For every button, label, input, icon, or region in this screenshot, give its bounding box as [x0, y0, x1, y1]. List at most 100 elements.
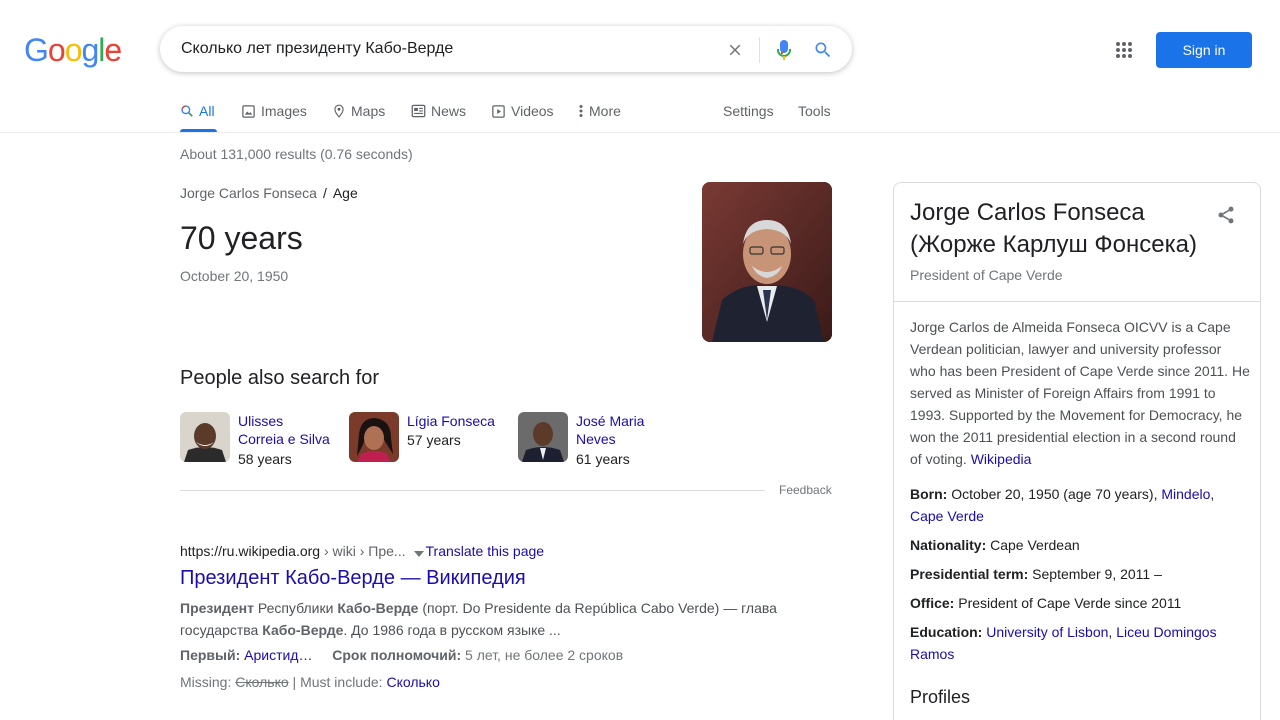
search-divider: [759, 37, 760, 63]
knowledge-panel: Jorge Carlos Fonseca (Жорже Карлуш Фонсе…: [893, 182, 1261, 720]
missing-label: Missing:: [180, 674, 232, 690]
logo-letter: e: [104, 32, 122, 68]
missing-word: Сколько: [235, 674, 289, 690]
fact-link[interactable]: Mindelo: [1161, 486, 1210, 502]
kp-divider: [894, 301, 1260, 302]
attribute-link[interactable]: Аристид…: [244, 647, 312, 663]
missing-terms: Missing: Сколько | Must include: Сколько: [180, 674, 440, 690]
answer-date: October 20, 1950: [180, 268, 289, 284]
apps-grid-icon[interactable]: [1112, 38, 1136, 62]
clear-icon[interactable]: [723, 38, 747, 62]
kp-description-text: Jorge Carlos de Almeida Fonseca OICVV is…: [910, 319, 1250, 467]
person-age: 58 years: [238, 451, 292, 467]
person-age: 57 years: [407, 432, 461, 448]
fact-link[interactable]: Cape Verde: [910, 508, 984, 524]
tab-label: Maps: [351, 103, 386, 119]
attribute-label: Срок полномочий:: [332, 647, 462, 663]
tab-settings[interactable]: Settings: [723, 101, 774, 121]
more-vertical-icon: [578, 104, 584, 118]
map-pin-icon: [332, 103, 346, 119]
must-include-link[interactable]: Сколько: [386, 674, 439, 690]
search-input[interactable]: Сколько лет президенту Кабо-Верде: [181, 40, 453, 58]
fact-value: September 9, 2011 –: [1032, 566, 1162, 582]
tab-label: Images: [261, 103, 307, 119]
answer-attribute: Age: [332, 185, 358, 201]
answer-entity-link[interactable]: Jorge Carlos Fonseca: [180, 185, 317, 201]
video-icon: [491, 104, 506, 119]
tab-images[interactable]: Images: [241, 101, 307, 121]
translate-page-link[interactable]: Translate this page: [426, 543, 545, 559]
tab-maps[interactable]: Maps: [332, 101, 385, 121]
tab-label: Videos: [511, 103, 554, 119]
person-name-line: José Maria: [576, 413, 645, 429]
snippet-text: Республики: [253, 600, 338, 616]
tab-tools[interactable]: Tools: [798, 101, 831, 121]
result-title-link[interactable]: Президент Кабо-Верде — Википедия: [180, 567, 526, 590]
search-box[interactable]: Сколько лет президенту Кабо-Верде: [160, 26, 852, 72]
person-thumbnail: [349, 412, 399, 462]
kp-fact-education: Education: University of Lisbon, Liceu D…: [910, 624, 1217, 662]
kp-fact-term: Presidential term: September 9, 2011 –: [910, 563, 1250, 585]
search-icon[interactable]: [811, 38, 835, 62]
snippet-bold: Кабо-Верде: [262, 622, 344, 638]
dropdown-arrow-icon[interactable]: [413, 544, 424, 560]
fact-label: Presidential term:: [910, 566, 1029, 582]
fact-value: President of Cape Verde since 2011: [958, 595, 1182, 611]
fact-value: October 20, 1950 (age 70 years),: [951, 486, 1158, 502]
tab-label: All: [199, 103, 215, 119]
people-also-search-item[interactable]: Lígia Fonseca 57 years: [349, 412, 509, 472]
tab-label: Settings: [723, 103, 774, 119]
sign-in-button[interactable]: Sign in: [1156, 32, 1252, 68]
kp-profiles-heading: Profiles: [910, 687, 971, 707]
tab-more[interactable]: More: [578, 101, 621, 121]
tab-label: Tools: [798, 103, 831, 119]
people-also-search-title: People also search for: [180, 367, 380, 389]
result-stats: About 131,000 results (0.76 seconds): [180, 146, 413, 162]
snippet-bold: Кабо-Верде: [337, 600, 419, 616]
result-domain: https://ru.wikipedia.org: [180, 543, 321, 559]
kp-fact-nationality: Nationality: Cape Verdean: [910, 534, 1250, 556]
answer-value: 70 years: [180, 220, 303, 256]
fact-link[interactable]: University of Lisbon: [986, 624, 1108, 640]
image-icon: [241, 104, 256, 119]
fact-label: Nationality:: [910, 537, 987, 553]
logo-letter: G: [24, 32, 49, 68]
snippet-text: . До 1986 года в русском языке ...: [343, 622, 561, 638]
tab-label: More: [589, 103, 621, 119]
person-name-link[interactable]: Lígia Fonseca: [407, 412, 495, 430]
google-logo[interactable]: Google: [24, 32, 122, 68]
person-name-line: Lígia Fonseca: [407, 413, 495, 429]
microphone-icon[interactable]: [772, 38, 796, 62]
people-also-search-item[interactable]: José Maria Neves 61 years: [518, 412, 678, 472]
person-name-line: Neves: [576, 431, 616, 447]
search-icon: [180, 104, 194, 118]
active-tab-indicator: [180, 129, 217, 132]
wikipedia-link[interactable]: Wikipedia: [971, 451, 1032, 467]
tab-label: News: [431, 103, 467, 119]
tab-all[interactable]: All: [180, 101, 215, 121]
breadcrumb-separator: /: [322, 185, 327, 201]
person-name-link[interactable]: José Maria Neves: [576, 412, 644, 448]
result-attributes: Первый: Аристид… Срок полномочий: 5 лет,…: [180, 647, 623, 663]
attribute-value: 5 лет, не более 2 сроков: [465, 647, 624, 663]
section-divider: [180, 490, 765, 491]
person-name-link[interactable]: Ulisses Correia e Silva: [238, 412, 330, 448]
person-age: 61 years: [576, 451, 630, 467]
people-also-search-item[interactable]: Ulisses Correia e Silva 58 years: [180, 412, 340, 472]
person-thumbnail: [180, 412, 230, 462]
fact-value: Cape Verdean: [990, 537, 1080, 553]
kp-description: Jorge Carlos de Almeida Fonseca OICVV is…: [910, 316, 1250, 470]
result-crumb: › wiki › Пре...: [320, 543, 406, 559]
person-name-line: Correia e Silva: [238, 431, 330, 447]
share-icon[interactable]: [1214, 203, 1238, 227]
entity-portrait-image[interactable]: [702, 182, 832, 342]
person-name-line: Ulisses: [238, 413, 284, 429]
result-url[interactable]: https://ru.wikipedia.org › wiki › Пре...…: [180, 543, 544, 560]
snippet-bold: Президент: [180, 600, 254, 616]
fact-label: Education:: [910, 624, 983, 640]
logo-letter: o: [64, 32, 83, 68]
feedback-link[interactable]: Feedback: [779, 483, 832, 497]
tab-videos[interactable]: Videos: [491, 101, 554, 121]
tab-news[interactable]: News: [411, 101, 466, 121]
kp-subtitle: President of Cape Verde: [910, 267, 1063, 283]
